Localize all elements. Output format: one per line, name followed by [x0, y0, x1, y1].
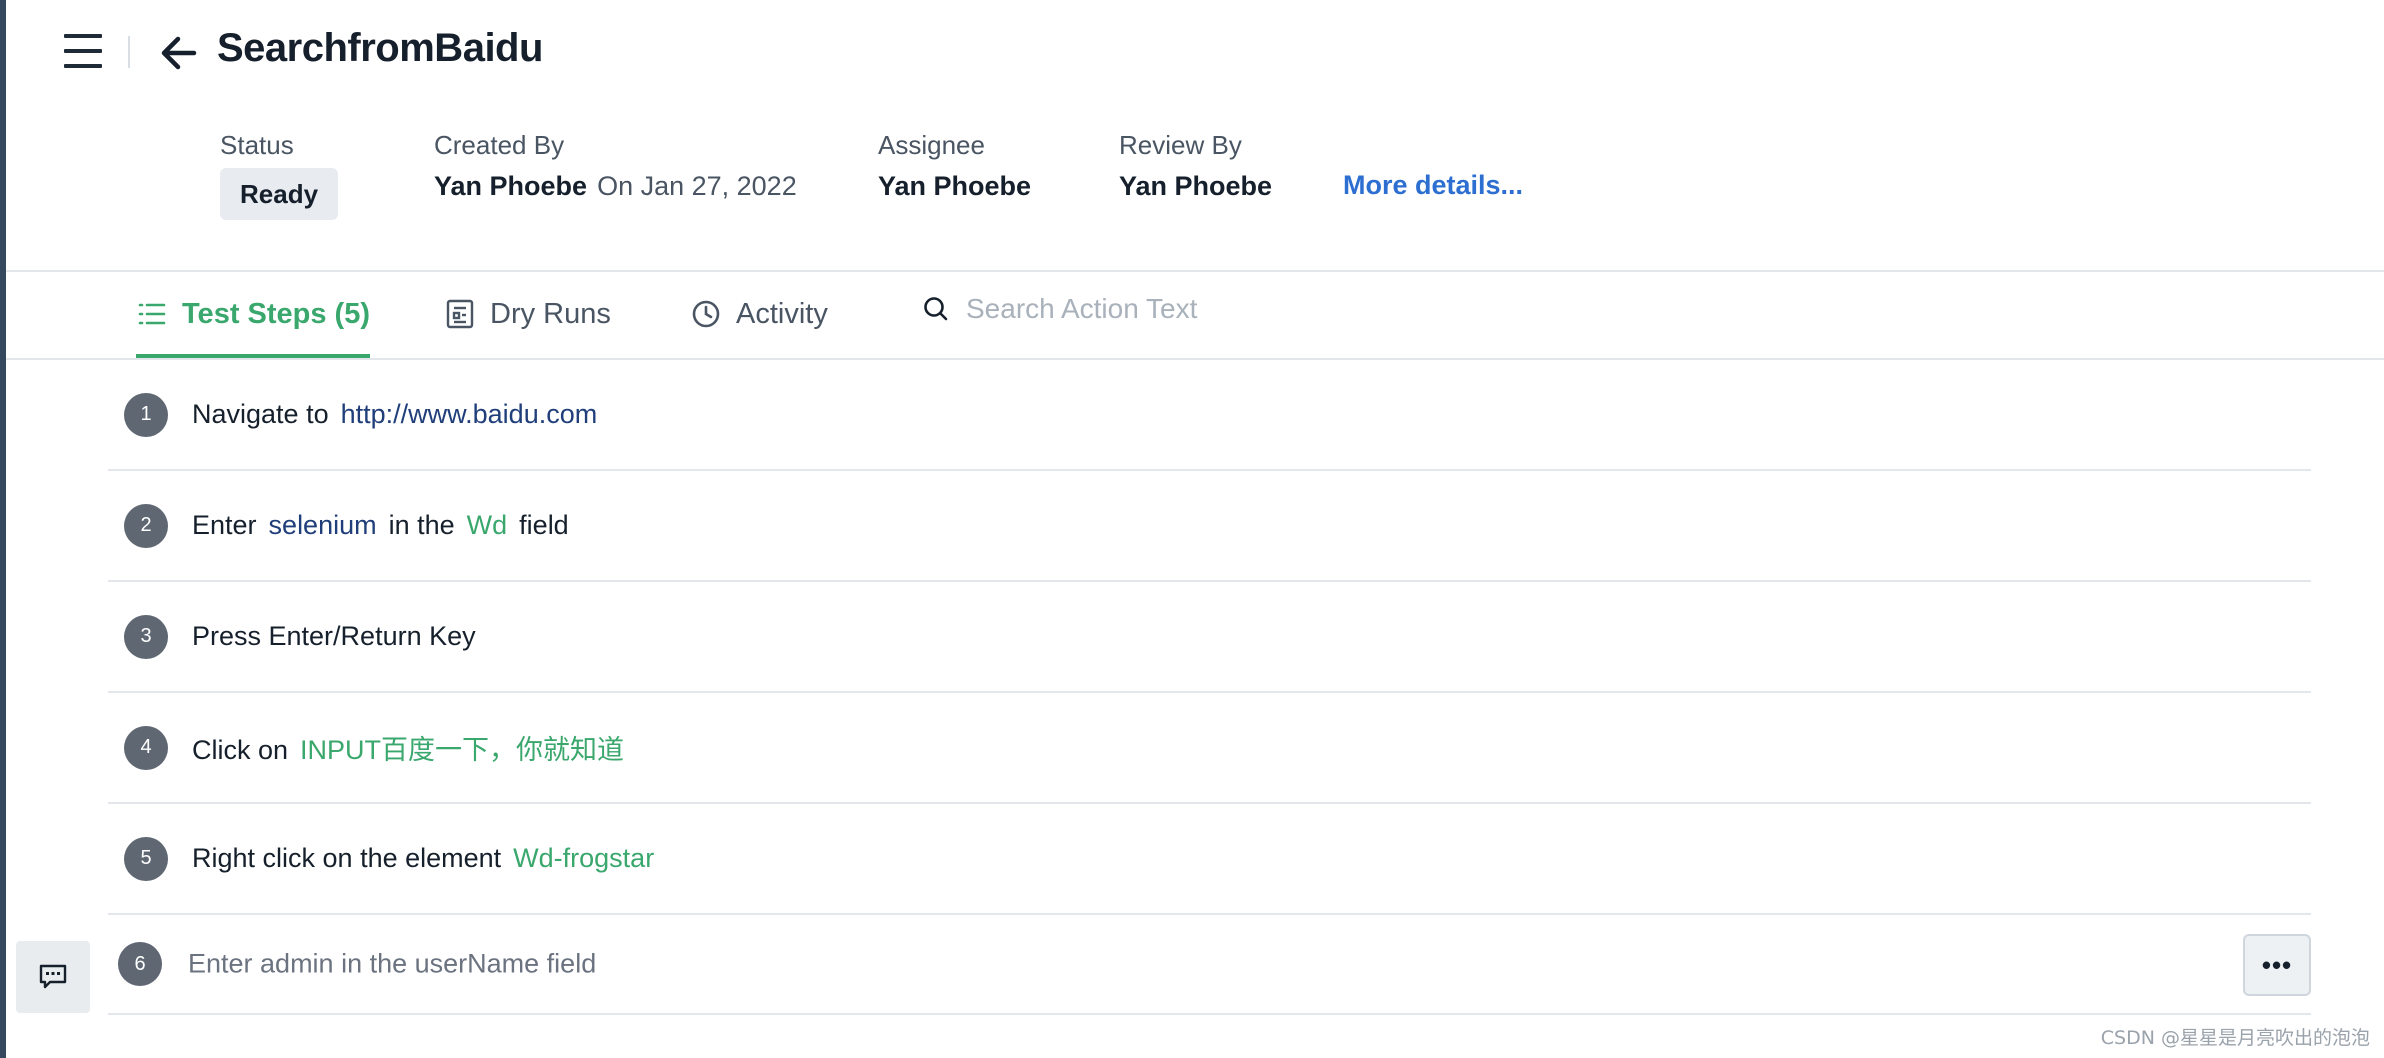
- tab-test-steps[interactable]: Test Steps (5): [136, 272, 371, 358]
- created-by-label: Created By: [434, 130, 565, 160]
- created-by-value: Yan Phoebe On Jan 27, 2022: [434, 171, 797, 202]
- step-number-badge: 2: [124, 503, 168, 548]
- step-token: Enter: [192, 510, 257, 540]
- more-details-link[interactable]: More details...: [1343, 170, 1523, 201]
- search-icon: [924, 297, 948, 321]
- test-step-row[interactable]: 2 Enter selenium in the Wd field: [108, 471, 2311, 582]
- tab-test-steps-label: Test Steps (5): [182, 297, 371, 330]
- step-number-badge: 1: [124, 392, 168, 437]
- review-by-value: Yan Phoebe: [1119, 171, 1273, 201]
- new-step-input[interactable]: [186, 947, 2090, 981]
- step-number-badge: 4: [124, 725, 168, 770]
- tab-dry-runs-label: Dry Runs: [490, 297, 611, 330]
- header-divider: [128, 36, 130, 68]
- tab-bar: Test Steps (5) Dry Runs Activity Search …: [6, 272, 2384, 358]
- test-step-row[interactable]: 1 Navigate to http://www.baidu.com: [108, 360, 2311, 471]
- step-token: Navigate to: [192, 399, 329, 429]
- step-number-badge: 3: [124, 614, 168, 659]
- step-number-badge: 5: [124, 836, 168, 881]
- page-title: SearchfromBaidu: [217, 26, 543, 70]
- app-frame: SearchfromBaidu Status Ready Created By …: [0, 0, 2384, 1058]
- clock-icon: [692, 300, 720, 328]
- step-token: Right click on the element: [192, 843, 502, 873]
- step-action-text: Navigate to http://www.baidu.com: [192, 399, 609, 430]
- step-url-token[interactable]: http://www.baidu.com: [341, 399, 598, 429]
- new-step-row: 6 •••: [108, 915, 2311, 1015]
- report-icon: [446, 299, 474, 329]
- step-element-token[interactable]: Wd-frogstar: [513, 843, 654, 873]
- test-step-row[interactable]: 4 Click on INPUT百度一下，你就知道: [108, 693, 2311, 804]
- created-on-date: On Jan 27, 2022: [597, 171, 797, 201]
- chat-icon[interactable]: [16, 941, 90, 1013]
- test-steps-list: 1 Navigate to http://www.baidu.com 2 Ente…: [108, 360, 2311, 1015]
- step-action-text: Enter selenium in the Wd field: [192, 510, 581, 541]
- created-by-name: Yan Phoebe: [434, 171, 588, 201]
- hamburger-menu-icon[interactable]: [64, 28, 116, 74]
- list-icon: [138, 303, 166, 325]
- step-token: in the: [388, 510, 455, 540]
- step-token: Press Enter/Return Key: [192, 621, 476, 651]
- back-arrow-icon[interactable]: [156, 30, 202, 76]
- status-label: Status: [220, 130, 294, 160]
- tab-activity[interactable]: Activity: [690, 272, 828, 356]
- search-box: [922, 292, 1388, 326]
- watermark-text: CSDN @星星是月亮吹出的泡泡: [2100, 1027, 2370, 1049]
- tab-activity-label: Activity: [736, 297, 828, 330]
- review-by-label: Review By: [1119, 130, 1242, 160]
- tab-dry-runs[interactable]: Dry Runs: [444, 272, 611, 356]
- status-badge: Ready: [220, 168, 339, 220]
- step-token: field: [519, 510, 569, 540]
- step-element-token[interactable]: INPUT百度一下，你就知道: [300, 735, 624, 765]
- step-action-text: Right click on the element Wd-frogstar: [192, 843, 666, 874]
- step-action-text: Press Enter/Return Key: [192, 621, 488, 652]
- more-options-button[interactable]: •••: [2243, 934, 2311, 996]
- step-test-data-token[interactable]: selenium: [269, 510, 377, 540]
- step-action-text: Click on INPUT百度一下，你就知道: [192, 728, 636, 767]
- test-step-row[interactable]: 3 Press Enter/Return Key: [108, 582, 2311, 693]
- test-step-row[interactable]: 5 Right click on the element Wd-frogstar: [108, 804, 2311, 915]
- page-header: SearchfromBaidu Status Ready Created By …: [6, 0, 2384, 270]
- step-number-badge: 6: [118, 942, 162, 986]
- assignee-label: Assignee: [878, 130, 985, 160]
- step-token: Click on: [192, 735, 289, 765]
- step-element-token[interactable]: Wd: [467, 510, 508, 540]
- search-action-text-input[interactable]: [964, 292, 1388, 326]
- assignee-value: Yan Phoebe: [878, 171, 1032, 201]
